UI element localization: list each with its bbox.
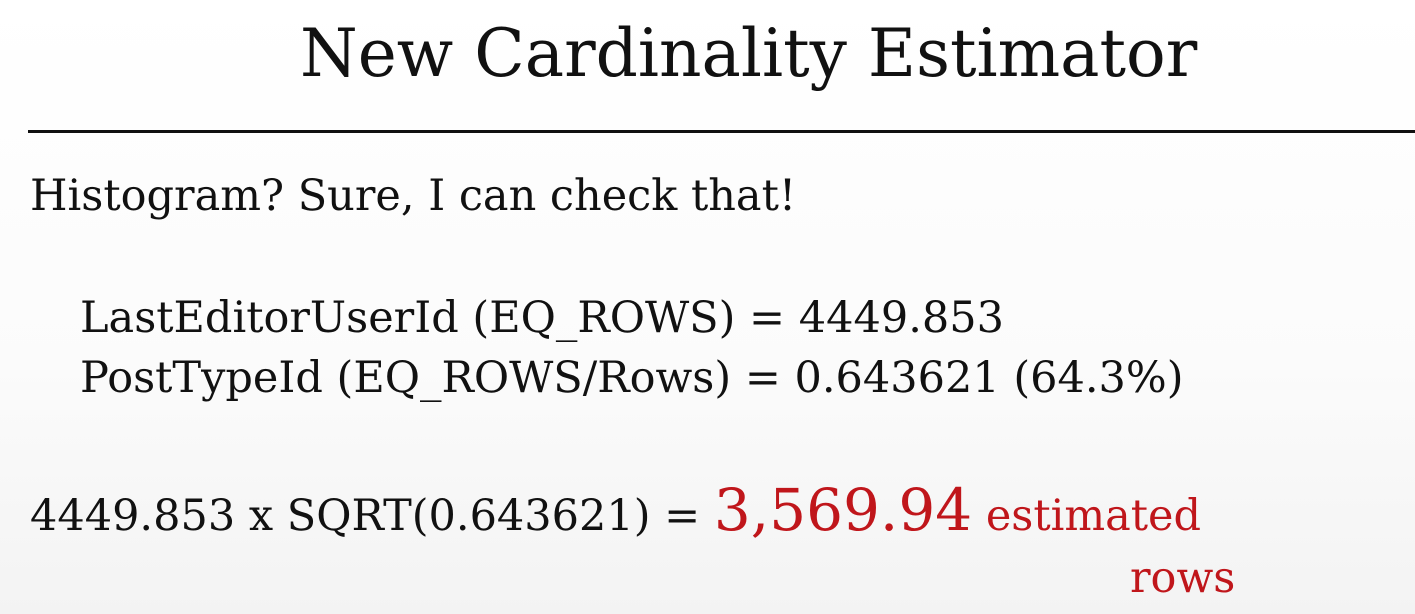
intro-text: Histogram? Sure, I can check that! <box>30 171 797 221</box>
equation-post-type: PostTypeId (EQ_ROWS/Rows) = 0.643621 (64… <box>80 353 1184 403</box>
calculation-line: 4449.853 x SQRT(0.643621) = 3,569.94 est… <box>30 481 1202 542</box>
calculation-unit-estimated: estimated <box>972 491 1202 541</box>
calculation-result: 3,569.94 <box>713 476 973 544</box>
slide: New Cardinality Estimator Histogram? Sur… <box>0 0 1415 614</box>
calculation-expression: 4449.853 x SQRT(0.643621) = <box>30 491 714 541</box>
title-divider <box>28 130 1415 133</box>
slide-title: New Cardinality Estimator <box>300 15 1198 92</box>
calculation-unit-rows: rows <box>1130 553 1236 603</box>
equation-last-editor: LastEditorUserId (EQ_ROWS) = 4449.853 <box>80 293 1004 343</box>
